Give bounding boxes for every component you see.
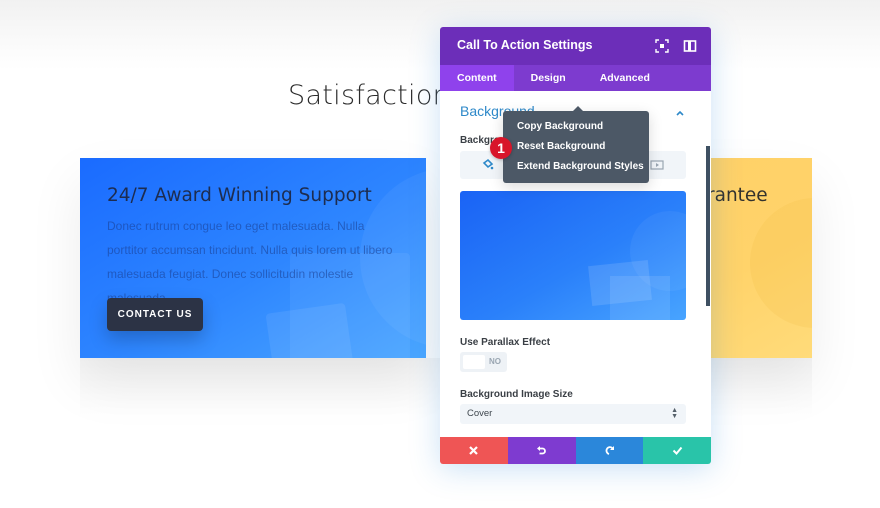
menu-arrow bbox=[573, 106, 583, 111]
select-value: Cover bbox=[467, 408, 493, 419]
menu-item-extend-background-styles[interactable]: Extend Background Styles bbox=[517, 161, 644, 172]
save-button[interactable] bbox=[643, 437, 711, 464]
redo-icon bbox=[605, 446, 614, 455]
toggle-knob bbox=[463, 355, 485, 369]
undo-icon bbox=[537, 446, 546, 455]
background-image-preview[interactable] bbox=[460, 191, 686, 320]
select-arrows-icon: ▲ ▼ bbox=[671, 407, 678, 420]
modal-header[interactable]: Call To Action Settings bbox=[440, 27, 711, 65]
snap-sidebar-icon[interactable] bbox=[683, 39, 697, 53]
card-title: 24/7 Award Winning Support bbox=[107, 185, 372, 206]
toggle-state: NO bbox=[489, 357, 501, 366]
tab-content[interactable]: Content bbox=[440, 65, 514, 91]
color-paint-icon[interactable] bbox=[480, 157, 496, 173]
video-icon[interactable] bbox=[649, 157, 665, 173]
section-title: Satisfaction bbox=[288, 80, 451, 111]
tab-advanced[interactable]: Advanced bbox=[583, 65, 667, 91]
modal-title: Call To Action Settings bbox=[457, 38, 593, 52]
menu-item-reset-background[interactable]: Reset Background bbox=[517, 141, 605, 152]
cta-card-support[interactable]: 24/7 Award Winning Support Donec rutrum … bbox=[80, 158, 426, 358]
card-decoration bbox=[265, 302, 355, 358]
menu-item-copy-background[interactable]: Copy Background bbox=[517, 121, 603, 132]
background-context-menu: Copy Background Reset Background Extend … bbox=[503, 106, 649, 183]
fullscreen-icon[interactable] bbox=[655, 39, 669, 53]
close-icon bbox=[469, 446, 479, 455]
card-title: rantee bbox=[707, 185, 768, 206]
parallax-label: Use Parallax Effect bbox=[460, 337, 551, 348]
step-number-badge: 1 bbox=[490, 137, 512, 159]
card-body: Donec rutrum congue leo eget malesuada. … bbox=[107, 219, 393, 305]
parallax-toggle[interactable]: NO bbox=[460, 352, 507, 372]
undo-button[interactable] bbox=[507, 437, 576, 464]
modal-tabs: Content Design Advanced bbox=[440, 65, 711, 91]
discard-button[interactable] bbox=[440, 437, 508, 464]
modal-footer bbox=[440, 437, 711, 464]
modal-scrollbar[interactable] bbox=[706, 146, 710, 306]
image-size-label: Background Image Size bbox=[460, 389, 573, 400]
redo-button[interactable] bbox=[575, 437, 644, 464]
tab-design[interactable]: Design bbox=[514, 65, 583, 91]
check-icon bbox=[672, 446, 682, 455]
contact-us-button[interactable]: CONTACT US bbox=[107, 298, 203, 331]
chevron-up-icon[interactable] bbox=[675, 105, 685, 116]
preview-decoration bbox=[610, 276, 670, 320]
image-size-select[interactable]: Cover ▲ ▼ bbox=[460, 404, 686, 424]
settings-modal: Call To Action Settings Content Design A… bbox=[440, 27, 711, 464]
card-decoration bbox=[750, 198, 812, 328]
